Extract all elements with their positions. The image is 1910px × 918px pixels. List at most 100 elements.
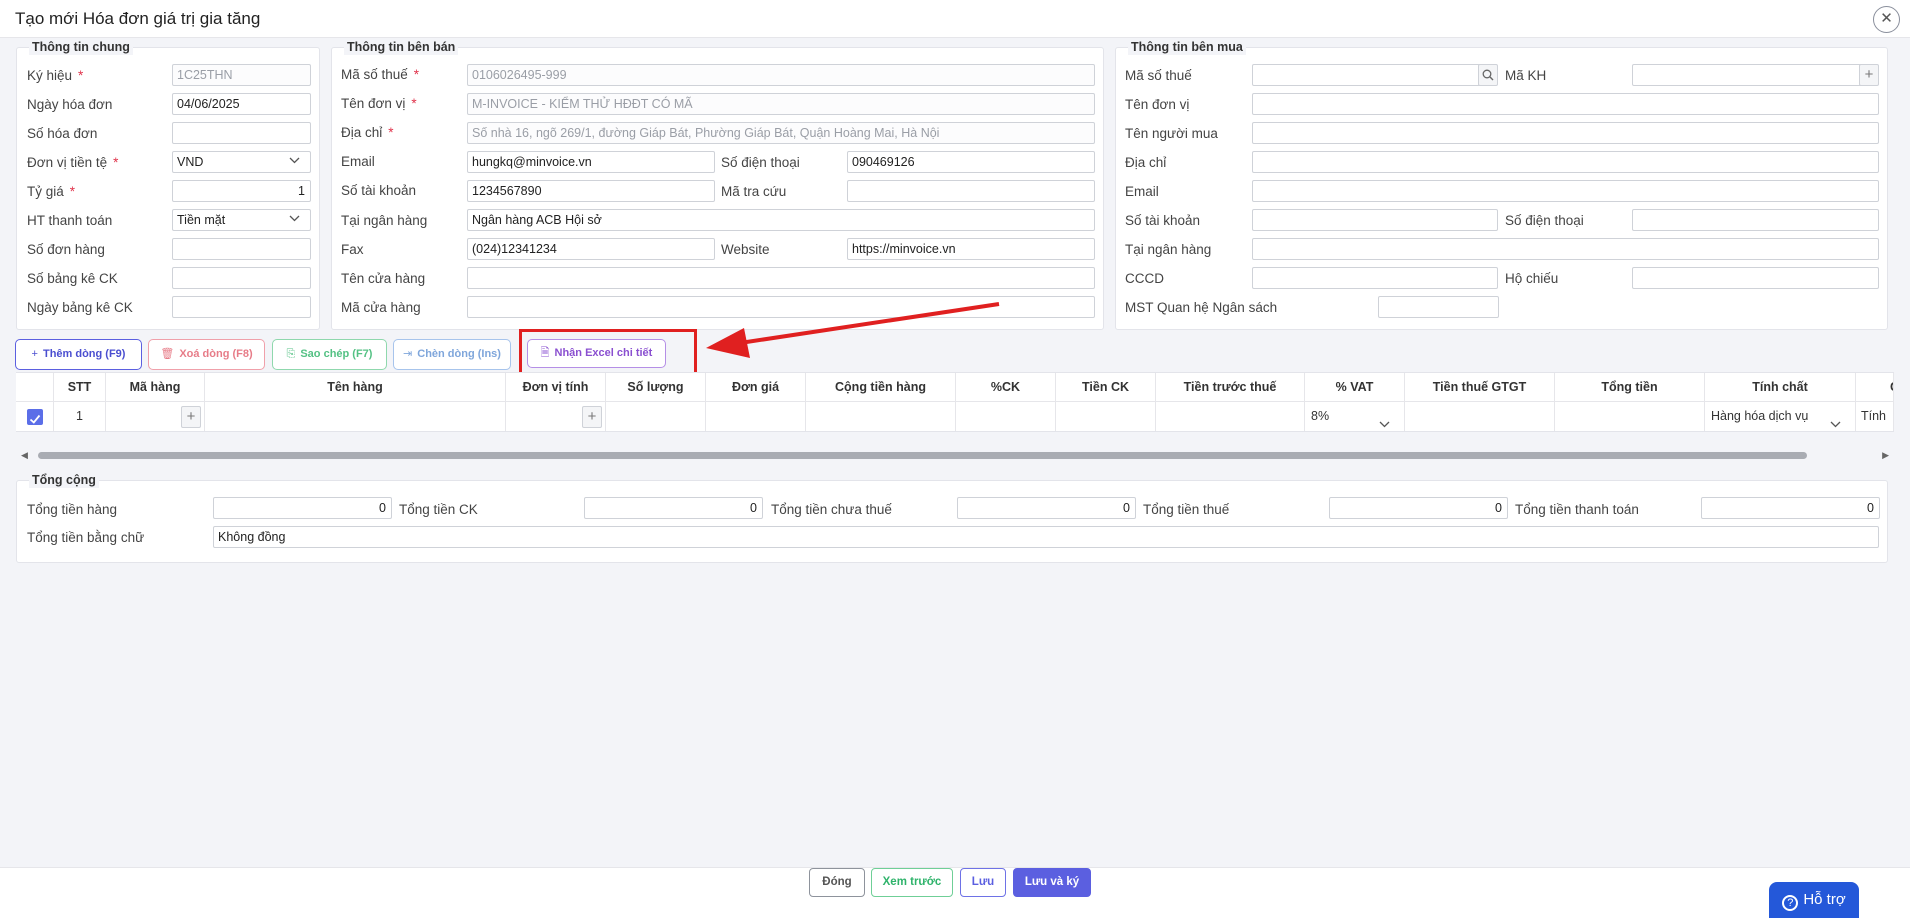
seller-tax-code-label: Mã số thuế * [341,67,420,82]
col-unit-cell[interactable]: + [506,402,606,431]
insert-icon: ⇥ [403,348,413,360]
seller-name-field[interactable]: M-INVOICE - KIỂM THỬ HĐĐT CÓ MÃ [467,93,1095,115]
save-and-sign-button[interactable]: Lưu và ký [1013,868,1091,897]
add-product-icon[interactable]: + [181,406,201,428]
buyer-id-card-field[interactable] [1252,267,1498,289]
col-discount-cell[interactable] [1056,402,1156,431]
row-checkbox[interactable] [27,409,43,425]
seller-lookup-label: Mã tra cứu [721,184,787,199]
currency-field[interactable]: VND [172,151,311,173]
order-number-field[interactable] [172,238,311,260]
close-icon[interactable]: ✕ [1873,6,1900,33]
buyer-passport-field[interactable] [1632,267,1879,289]
buyer-budget-code-label: MST Quan hệ Ngân sách [1125,300,1278,315]
add-customer-icon[interactable]: + [1859,64,1879,86]
close-button[interactable]: Đóng [809,868,865,897]
total-discount-field[interactable]: 0 [584,497,763,519]
col-pre-tax-cell[interactable] [1156,402,1305,431]
insert-row-button[interactable]: ⇥ Chèn dòng (Ins) [393,339,511,370]
copy-button[interactable]: ⎘ Sao chép (F7) [272,339,387,370]
seller-email-field[interactable]: hungkq@minvoice.vn [467,151,715,173]
dialog-header: Tạo mới Hóa đơn giá trị gia tăng ✕ [0,0,1910,38]
col-pre-tax-header: Tiền trước thuế [1156,373,1305,402]
buyer-bank-field[interactable] [1252,238,1879,260]
seller-address-field[interactable]: Số nhà 16, ngõ 269/1, đường Giáp Bát, Ph… [467,122,1095,144]
col-product-code-header: Mã hàng [106,373,205,402]
col-nature-header: Tính chất [1705,373,1856,402]
seller-bank-field[interactable]: Ngân hàng ACB Hội sở [467,209,1095,231]
total-pre-tax-label: Tổng tiền chưa thuế [771,502,892,517]
col-unit-header: Đơn vị tính [506,373,606,402]
total-payment-field[interactable]: 0 [1701,497,1880,519]
total-in-words-label: Tổng tiền bằng chữ [27,530,145,545]
col-product-code-cell[interactable]: + [106,402,205,431]
col-extra-cell[interactable]: Tính [1856,402,1894,431]
payment-method-field[interactable]: Tiền mặt [172,209,311,231]
ck-list-date-field[interactable] [172,296,311,318]
invoice-number-field[interactable] [172,122,311,144]
buyer-email-field[interactable] [1252,180,1879,202]
buyer-customer-code-field[interactable] [1632,64,1868,86]
buyer-customer-code-label: Mã KH [1505,68,1547,83]
symbol-field[interactable]: 1C25THN [172,64,311,86]
invoice-date-field[interactable]: 04/06/2025 [172,93,311,115]
col-discount-pct-cell[interactable] [956,402,1056,431]
buyer-id-card-label: CCCD [1125,271,1164,286]
col-vat-amount-cell[interactable] [1405,402,1555,431]
col-amount-cell[interactable] [806,402,956,431]
chevron-down-icon [1830,412,1841,431]
seller-tax-code-field[interactable]: 0106026495-999 [467,64,1095,86]
preview-button[interactable]: Xem trước [871,868,953,897]
seller-account-field[interactable]: 1234567890 [467,180,715,202]
seller-address-label: Địa chỉ * [341,125,394,140]
add-row-button[interactable]: + Thêm dòng (F9) [15,339,142,370]
save-button[interactable]: Lưu [960,868,1006,897]
buyer-unit-name-field[interactable] [1252,93,1879,115]
col-stt-cell[interactable]: 1 [54,402,106,431]
items-table: STT Mã hàng Tên hàng Đơn vị tính Số lượng Đơn… [16,372,1894,432]
payment-method-label: HT thanh toán [27,213,113,228]
buyer-budget-code-field[interactable] [1378,296,1499,318]
seller-fax-field[interactable]: (024)12341234 [467,238,715,260]
search-icon[interactable] [1478,64,1498,86]
buyer-address-label: Địa chỉ [1125,155,1167,170]
buyer-name-field[interactable] [1252,122,1879,144]
buyer-tax-code-field[interactable] [1252,64,1482,86]
ck-list-number-field[interactable] [172,267,311,289]
add-unit-icon[interactable]: + [582,406,602,428]
seller-phone-field[interactable]: 090469126 [847,151,1095,173]
exchange-rate-field[interactable]: 1 [172,180,311,202]
seller-lookup-field[interactable] [847,180,1095,202]
total-pre-tax-field[interactable]: 0 [957,497,1136,519]
buyer-phone-field[interactable] [1632,209,1879,231]
seller-website-field[interactable]: https://minvoice.vn [847,238,1095,260]
horizontal-scrollbar[interactable]: ◀ ▶ [16,448,1894,462]
col-quantity-cell[interactable] [606,402,706,431]
buyer-account-field[interactable] [1252,209,1498,231]
buyer-bank-label: Tại ngân hàng [1125,242,1212,257]
seller-store-name-field[interactable] [467,267,1095,289]
delete-row-button[interactable]: 🗑 Xoá dòng (F8) [148,339,265,370]
scroll-thumb[interactable] [38,452,1807,459]
col-total-cell[interactable] [1555,402,1705,431]
scroll-left-icon[interactable]: ◀ [21,448,28,462]
col-product-name-cell[interactable] [205,402,506,431]
help-button[interactable]: ? Hỗ trợ [1769,882,1859,918]
total-tax-field[interactable]: 0 [1329,497,1508,519]
seller-email-label: Email [341,154,375,169]
seller-phone-label: Số điện thoại [721,155,800,170]
dialog-title: Tạo mới Hóa đơn giá trị gia tăng [15,9,261,28]
col-unit-price-cell[interactable] [706,402,806,431]
total-in-words-field[interactable]: Không đồng [213,526,1879,548]
chevron-down-icon [289,155,300,166]
col-nature-cell[interactable]: Hàng hóa dịch vụ [1705,402,1856,431]
chevron-down-icon [289,213,300,224]
seller-website-label: Website [721,242,770,257]
scroll-right-icon[interactable]: ▶ [1882,448,1889,462]
buyer-address-field[interactable] [1252,151,1879,173]
buyer-tax-code-label: Mã số thuế [1125,68,1192,83]
seller-account-label: Số tài khoản [341,183,417,198]
total-goods-field[interactable]: 0 [213,497,392,519]
seller-name-label: Tên đơn vị * [341,96,417,111]
col-vat-cell[interactable]: 8% [1305,402,1405,431]
